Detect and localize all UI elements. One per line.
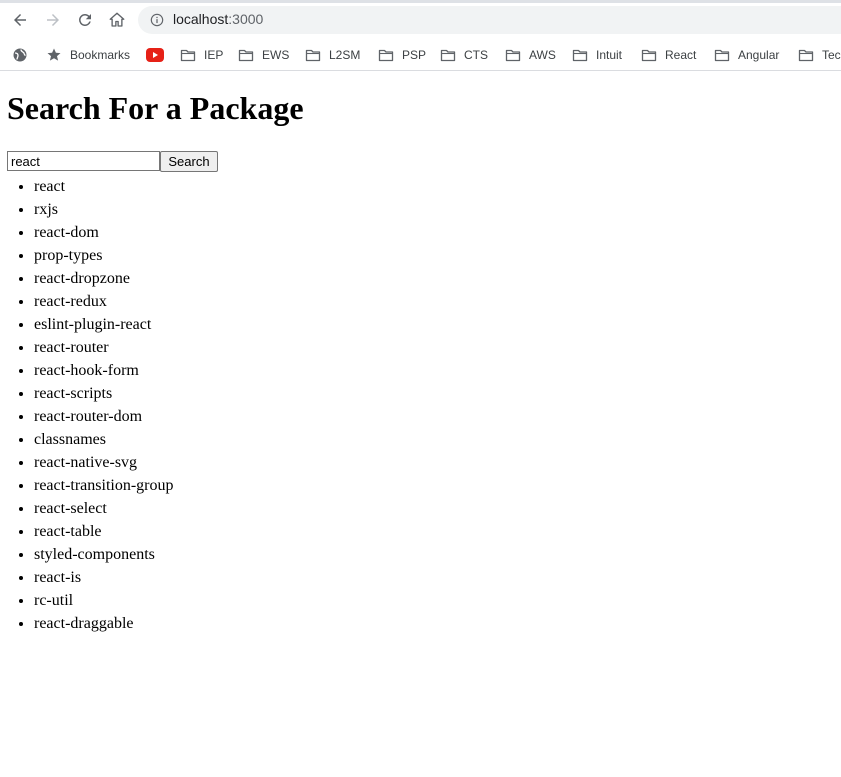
- bookmark-folder-angular[interactable]: Angular: [714, 44, 779, 66]
- package-result-item: react-native-svg: [34, 451, 174, 474]
- package-result-item: styled-components: [34, 543, 174, 566]
- bookmark-folder-tec[interactable]: Tec: [798, 44, 841, 66]
- package-result-item: classnames: [34, 428, 174, 451]
- package-result-item: react-dom: [34, 221, 174, 244]
- star-icon: [47, 48, 61, 61]
- bookmark-label: IEP: [204, 48, 224, 62]
- package-result-item: prop-types: [34, 244, 174, 267]
- package-result-item: eslint-plugin-react: [34, 313, 174, 336]
- package-result-item: react: [34, 175, 174, 198]
- folder-icon: [505, 49, 521, 62]
- package-result-item: react-select: [34, 497, 174, 520]
- package-result-item: react-is: [34, 566, 174, 589]
- bookmark-label: React: [665, 48, 697, 62]
- youtube-icon: [146, 48, 164, 62]
- package-result-item: react-redux: [34, 290, 174, 313]
- bookmark-folder-aws[interactable]: AWS: [505, 44, 556, 66]
- url-text: localhost:3000: [173, 11, 263, 27]
- reload-button[interactable]: [75, 10, 95, 30]
- folder-icon: [305, 49, 321, 62]
- package-result-item: react-hook-form: [34, 359, 174, 382]
- package-result-item: react-scripts: [34, 382, 174, 405]
- bookmark-label: CTS: [464, 48, 488, 62]
- address-bar[interactable]: localhost:3000: [138, 6, 841, 34]
- search-input[interactable]: [7, 151, 160, 171]
- browser-toolbar: localhost:3000: [0, 0, 841, 40]
- bookmark-label: Angular: [738, 48, 780, 62]
- folder-icon: [440, 49, 456, 62]
- bookmark-folder-cts[interactable]: CTS: [440, 44, 488, 66]
- package-result-item: rc-util: [34, 589, 174, 612]
- bookmark-label: Tec: [822, 48, 841, 62]
- folder-icon: [572, 49, 588, 62]
- arrow-right-icon: [47, 14, 59, 26]
- bookmark-label: AWS: [529, 48, 556, 62]
- info-icon[interactable]: [150, 13, 164, 27]
- url-host: localhost: [173, 11, 229, 27]
- page-title: Search For a Package: [7, 90, 304, 126]
- package-result-item: react-draggable: [34, 612, 174, 635]
- bookmark-bookmarks[interactable]: Bookmarks: [46, 44, 130, 66]
- bookmark-youtube[interactable]: [146, 44, 172, 66]
- home-button[interactable]: [107, 10, 127, 30]
- home-icon: [109, 12, 125, 27]
- tab-strip-edge: [0, 0, 841, 3]
- bookmark-folder-psp[interactable]: PSP: [378, 44, 426, 66]
- package-result-item: rxjs: [34, 198, 174, 221]
- bookmark-label: Bookmarks: [70, 48, 131, 62]
- bookmark-label: L2SM: [329, 48, 361, 62]
- bookmark-label: EWS: [262, 48, 290, 62]
- package-result-item: react-dropzone: [34, 267, 174, 290]
- folder-icon: [378, 49, 394, 62]
- package-result-item: react-router: [34, 336, 174, 359]
- package-results-list: react rxjs react-dom prop-types react-dr…: [0, 175, 174, 635]
- reload-icon: [79, 13, 91, 26]
- bookmark-folder-iep[interactable]: IEP: [180, 44, 223, 66]
- folder-icon: [180, 49, 196, 62]
- apps-shortcut[interactable]: [12, 44, 36, 66]
- bookmark-folder-react[interactable]: React: [641, 44, 696, 66]
- back-button[interactable]: [10, 10, 30, 30]
- bookmark-label: PSP: [402, 48, 427, 62]
- search-button[interactable]: Search: [160, 151, 218, 172]
- url-port: :3000: [228, 11, 264, 27]
- forward-button[interactable]: [43, 10, 63, 30]
- package-result-item: react-table: [34, 520, 174, 543]
- arrow-left-icon: [14, 14, 26, 26]
- globe-icon: [13, 48, 27, 62]
- bookmarks-bar: Bookmarks IEP EWS L2SM PSP CTS AWS Intui…: [0, 40, 841, 71]
- folder-icon: [714, 49, 730, 62]
- folder-icon: [641, 49, 657, 62]
- bookmark-folder-ews[interactable]: EWS: [238, 44, 289, 66]
- bookmark-folder-intuit[interactable]: Intuit: [572, 44, 622, 66]
- folder-icon: [798, 49, 814, 62]
- bookmark-folder-l2sm[interactable]: L2SM: [305, 44, 360, 66]
- package-result-item: react-transition-group: [34, 474, 174, 497]
- folder-icon: [238, 49, 254, 62]
- bookmark-label: Intuit: [596, 48, 623, 62]
- package-result-item: react-router-dom: [34, 405, 174, 428]
